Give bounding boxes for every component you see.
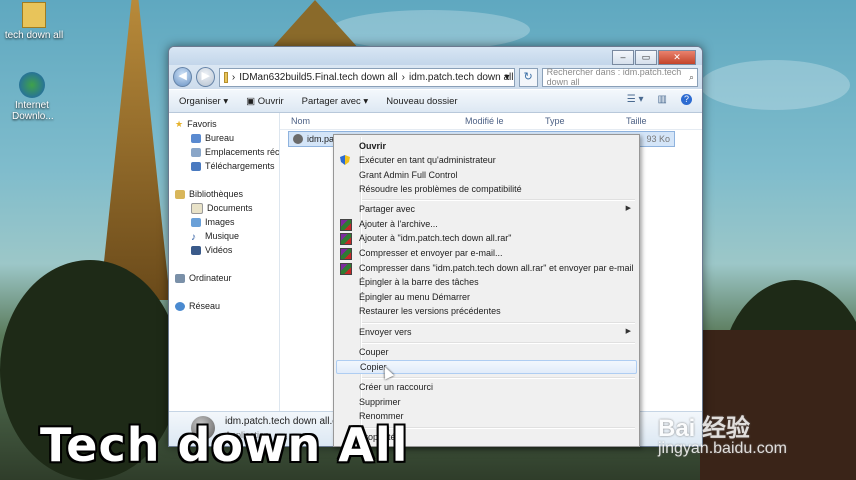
address-row: ◀ ▶ › IDMan632build5.Final.tech down all… [169,65,702,89]
menu-separator [362,199,635,201]
column-type[interactable]: Type [545,116,565,126]
new-folder-button[interactable]: Nouveau dossier [386,96,457,107]
open-button[interactable]: ▣ Ouvrir [246,96,284,107]
menu-separator [362,377,635,379]
baidu-logo: Bai 经验 [658,415,751,442]
menu-item-run-as-admin[interactable]: Exécuter en tant qu'administrateur [336,153,637,167]
winrar-icon [340,248,352,260]
menu-item-create-shortcut[interactable]: Créer un raccourci [336,380,637,394]
submenu-arrow-icon: ▶ [625,205,631,212]
organize-button[interactable]: Organiser ▾ [179,96,228,107]
menu-separator [362,322,635,324]
winrar-icon [340,263,352,275]
view-options-icon[interactable]: ☰ ▾ [627,94,644,105]
help-icon[interactable]: ? [681,94,692,105]
menu-separator [362,342,635,344]
title-bar: – ▭ ✕ [169,47,702,65]
menu-item-add-to-rar[interactable]: Ajouter à "idm.patch.tech down all.rar" [336,231,637,245]
winrar-icon [340,233,352,245]
menu-item-compress-email[interactable]: Compresser et envoyer par e-mail... [336,246,637,260]
maximize-button[interactable]: ▭ [635,50,657,65]
menu-item-cut[interactable]: Couper [336,345,637,359]
idm-icon [19,72,45,98]
recent-places-icon [191,147,201,157]
minimize-button[interactable]: – [612,50,634,65]
close-button[interactable]: ✕ [658,50,696,65]
baidu-url: jingyan.baidu.com [658,440,787,457]
column-headers: Nom Modifié le Type Taille [280,113,702,130]
column-size[interactable]: Taille [626,116,647,126]
menu-item-delete[interactable]: Supprimer [336,395,637,409]
desktop-icon [191,133,201,143]
desktop-icon-folder[interactable]: tech down all [4,2,64,41]
nav-videos[interactable]: Vidéos [169,243,279,257]
network-icon [175,301,185,311]
menu-item-grant-admin[interactable]: Grant Admin Full Control [336,168,637,182]
menu-item-compress-rar-email[interactable]: Compresser dans "idm.patch.tech down all… [336,261,637,275]
forward-button[interactable]: ▶ [196,67,216,87]
video-watermark: Tech down All [40,418,409,472]
command-bar: Organiser ▾ ▣ Ouvrir Partager avec ▾ Nou… [169,89,702,113]
nav-downloads[interactable]: Téléchargements [169,159,279,173]
desktop-icon-label: Internet Downlo... [12,100,54,122]
application-gear-icon [293,134,303,144]
images-icon [191,217,201,227]
documents-icon [191,202,203,214]
menu-item-troubleshoot-compat[interactable]: Résoudre les problèmes de compatibilité [336,182,637,196]
menu-item-add-to-archive[interactable]: Ajouter à l'archive... [336,217,637,231]
nav-desktop[interactable]: Bureau [169,131,279,145]
desktop-icon-idm[interactable]: Internet Downlo... [2,72,62,122]
back-button[interactable]: ◀ [173,67,193,87]
share-button[interactable]: Partager avec ▾ [302,96,369,107]
folder-icon [224,71,228,83]
breadcrumb-item[interactable]: idm.patch.tech down all [409,72,514,83]
menu-item-restore-versions[interactable]: Restaurer les versions précédentes [336,304,637,318]
menu-item-share-with[interactable]: Partager avec ▶ [336,202,637,216]
nav-favorites[interactable]: ★ Favoris [169,117,279,131]
folder-icon [22,2,46,28]
search-icon: ⌕ [688,71,694,82]
winrar-icon [340,219,352,231]
preview-pane-icon[interactable]: ▥ [658,94,667,105]
nav-documents[interactable]: Documents [169,201,279,215]
menu-item-send-to[interactable]: Envoyer vers ▶ [336,325,637,339]
desktop-icon-label: tech down all [4,30,64,41]
videos-icon [191,245,201,255]
menu-item-pin-taskbar[interactable]: Épingler à la barre des tâches [336,275,637,289]
search-input[interactable]: Rechercher dans : idm.patch.tech down al… [541,67,698,87]
downloads-icon [191,161,201,171]
libraries-icon [175,189,185,199]
menu-item-pin-start[interactable]: Épingler au menu Démarrer [336,290,637,304]
nav-recent[interactable]: Emplacements récents [169,145,279,159]
column-modified[interactable]: Modifié le [465,116,504,126]
context-menu: Ouvrir Exécuter en tant qu'administrateu… [333,134,640,447]
nav-music[interactable]: ♪ Musique [169,229,279,243]
submenu-arrow-icon: ▶ [625,328,631,335]
uac-shield-icon [340,155,350,165]
refresh-button[interactable]: ↻ [518,67,538,87]
breadcrumb-item[interactable]: IDMan632build5.Final.tech down all [239,72,397,83]
star-icon: ★ [175,118,184,129]
nav-network[interactable]: Réseau [169,299,279,313]
menu-item-open[interactable]: Ouvrir [336,139,637,153]
navigation-pane: ★ Favoris Bureau Emplacements récents Té… [169,113,280,412]
nav-images[interactable]: Images [169,215,279,229]
file-size: 93 Ko [646,134,670,144]
chevron-down-icon[interactable]: ▾ [504,72,509,83]
computer-icon [175,273,185,283]
music-icon: ♪ [191,231,196,243]
column-name[interactable]: Nom [291,116,310,126]
address-bar[interactable]: › IDMan632build5.Final.tech down all › i… [219,67,515,87]
nav-libraries[interactable]: Bibliothèques [169,187,279,201]
search-placeholder: Rechercher dans : idm.patch.tech down al… [546,67,682,87]
nav-computer[interactable]: Ordinateur [169,271,279,285]
